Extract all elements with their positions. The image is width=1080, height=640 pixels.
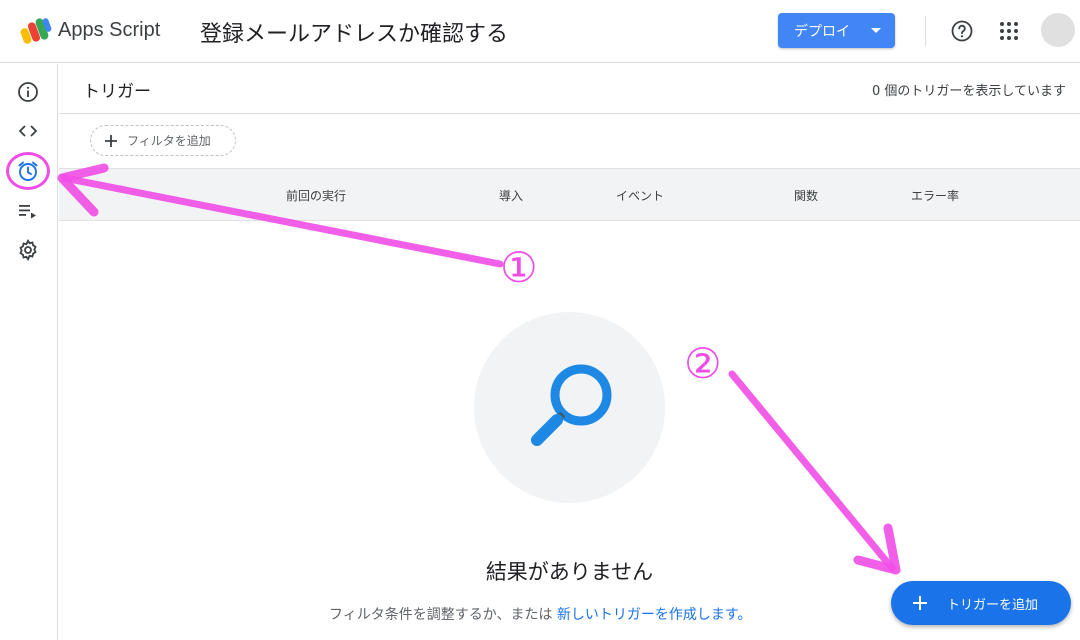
column-deployment[interactable]: 導入 (499, 187, 523, 204)
empty-state-text: フィルタ条件を調整するか、または (329, 607, 553, 623)
plus-icon (105, 135, 117, 147)
triggers-highlight-ring (6, 152, 50, 190)
project-title[interactable]: 登録メールアドレスか確認する (200, 16, 508, 48)
add-filter-chip[interactable]: フィルタを追加 (90, 125, 236, 156)
apps-grid-icon[interactable] (998, 20, 1020, 42)
column-error-rate[interactable]: エラー率 (911, 187, 959, 204)
add-filter-label: フィルタを追加 (127, 134, 211, 148)
gear-icon[interactable] (16, 238, 40, 262)
create-trigger-link[interactable]: 新しいトリガーを作成します。 (557, 607, 752, 623)
sidebar (0, 64, 58, 640)
app-header: Apps Script 登録メールアドレスか確認する デプロイ (0, 0, 1080, 63)
info-icon[interactable] (16, 80, 40, 104)
header-divider (925, 16, 926, 46)
caret-down-icon (871, 28, 881, 33)
plus-icon (913, 596, 927, 610)
magnifier-icon (531, 364, 612, 446)
add-trigger-button[interactable]: トリガーを追加 (891, 581, 1071, 625)
empty-state-description: フィルタ条件を調整するか、または 新しいトリガーを作成します。 (329, 604, 752, 624)
help-icon[interactable] (950, 19, 974, 43)
deploy-button[interactable]: デプロイ (778, 13, 895, 48)
avatar[interactable] (1041, 13, 1075, 47)
column-event[interactable]: イベント (616, 187, 664, 204)
trigger-count: 0 個のトリガーを表示しています (871, 84, 1066, 99)
playlist-run-icon[interactable] (16, 199, 40, 223)
add-trigger-label: トリガーを追加 (947, 597, 1039, 613)
column-function[interactable]: 関数 (794, 187, 818, 204)
app-name[interactable]: Apps Script (58, 19, 160, 42)
page-title: トリガー (83, 82, 151, 102)
code-icon[interactable] (16, 119, 40, 143)
table-header: 前回の実行 導入 イベント 関数 エラー率 (59, 168, 1080, 221)
triggers-panel: トリガー 0 個のトリガーを表示しています フィルタを追加 前回の実行 導入 イ… (59, 64, 1080, 640)
deploy-button-label: デプロイ (794, 23, 850, 40)
column-last-run[interactable]: 前回の実行 (286, 187, 346, 204)
divider (59, 113, 1080, 114)
apps-script-logo-icon (20, 18, 52, 44)
